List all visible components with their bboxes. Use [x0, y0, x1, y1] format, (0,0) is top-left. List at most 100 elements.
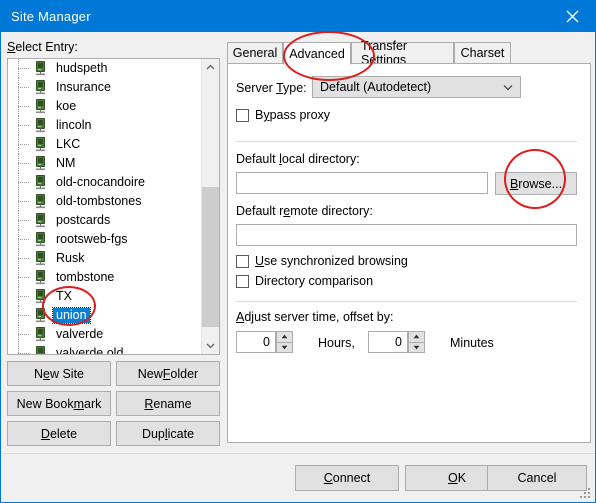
tree-branch-line [14, 211, 34, 230]
site-tree-list: hudspeth Insurance koe lincoln LKC NM old-cnoc… [8, 59, 202, 355]
server-icon [34, 308, 47, 323]
new-bookmark-button[interactable]: New Book m ark [7, 391, 111, 416]
server-icon [34, 99, 47, 114]
duplicate-button[interactable]: Dup l icate [116, 421, 220, 446]
site-tree-item[interactable]: LKC [8, 135, 202, 154]
minutes-spin-buttons[interactable] [408, 331, 425, 353]
site-tree-item-label: Insurance [56, 80, 111, 94]
default-remote-directory-input[interactable] [236, 224, 577, 246]
cancel-button[interactable]: Cancel [487, 465, 587, 491]
site-tree-item[interactable]: valverde [8, 325, 202, 344]
tree-branch-line [14, 287, 34, 306]
default-local-directory-input[interactable] [236, 172, 488, 194]
default-local-directory-label: Default local directory: [236, 152, 360, 166]
tree-branch-line [14, 78, 34, 97]
select-entry-label: Select Entry: [7, 40, 78, 54]
spin-down-icon[interactable] [276, 341, 293, 353]
spin-up-icon[interactable] [408, 331, 425, 342]
scroll-up-button[interactable] [202, 59, 219, 76]
server-icon [34, 289, 47, 304]
spin-up-icon[interactable] [276, 331, 293, 342]
server-icon [34, 137, 47, 152]
bypass-proxy-checkbox[interactable]: Bypass proxy [236, 108, 330, 122]
site-tree-item[interactable]: old-cnocandoire [8, 173, 202, 192]
site-tree-item[interactable]: tombstone [8, 268, 202, 287]
site-tree-item-label: LKC [56, 137, 81, 151]
connect-button[interactable]: Connect [295, 465, 399, 491]
site-tree-item[interactable]: Rusk [8, 249, 202, 268]
divider-2 [236, 301, 577, 302]
default-remote-directory-value [237, 225, 576, 231]
site-manager-dialog: Site Manager Select Entry: hudspeth Insur… [0, 0, 596, 503]
site-tree-item[interactable]: union [8, 306, 202, 325]
tree-branch-line [14, 230, 34, 249]
server-icon [34, 327, 47, 342]
new-folder-button[interactable]: New Folder [116, 361, 220, 386]
resize-grip[interactable] [580, 487, 592, 499]
site-tree-item[interactable]: postcards [8, 211, 202, 230]
site-tree-item-label: union [52, 307, 91, 324]
tab-strip: General Advanced Transfer Settings Chars… [227, 39, 591, 67]
new-site-button[interactable]: New Site [7, 361, 111, 386]
tab-transfer-settings[interactable]: Transfer Settings [351, 39, 454, 67]
default-remote-directory-label: Default remote directory: [236, 204, 373, 218]
close-button[interactable] [549, 1, 595, 32]
minutes-stepper[interactable]: 0 [368, 331, 425, 353]
hours-spin-buttons[interactable] [276, 331, 293, 353]
hours-stepper[interactable]: 0 [236, 331, 293, 353]
tree-branch-line [14, 325, 34, 344]
hours-value[interactable]: 0 [236, 331, 276, 353]
site-tree-item[interactable]: valverde old [8, 344, 202, 355]
directory-comparison-checkbox[interactable]: Directory comparison [236, 274, 373, 288]
server-icon [34, 346, 47, 354]
window-title: Site Manager [11, 9, 91, 24]
site-tree-item-label: tombstone [56, 270, 115, 284]
server-type-value: Default (Autodetect) [320, 80, 432, 94]
scroll-down-button[interactable] [202, 337, 219, 354]
site-tree-item[interactable]: koe [8, 97, 202, 116]
site-tree-item[interactable]: hudspeth [8, 59, 202, 78]
server-icon [34, 194, 47, 209]
minutes-unit-label: Minutes [450, 336, 494, 350]
server-icon [34, 156, 47, 171]
spin-down-icon[interactable] [408, 341, 425, 353]
site-tree-item-label: hudspeth [56, 61, 108, 75]
site-tree-scrollbar[interactable] [201, 59, 219, 354]
tab-charset[interactable]: Charset [454, 42, 511, 64]
delete-button[interactable]: Delete [7, 421, 111, 446]
site-tree-item[interactable]: Insurance [8, 78, 202, 97]
tab-general[interactable]: General [227, 42, 283, 64]
server-icon [34, 270, 47, 285]
rename-button[interactable]: Rename [116, 391, 220, 416]
site-tree-item[interactable]: TX [8, 287, 202, 306]
site-tree-item[interactable]: old-tombstones [8, 192, 202, 211]
server-type-select[interactable]: Default (Autodetect) [312, 76, 521, 98]
bottom-divider [1, 453, 595, 454]
default-local-directory-value [237, 173, 487, 179]
site-tree[interactable]: hudspeth Insurance koe lincoln LKC NM old-cnoc… [7, 58, 220, 355]
tree-branch-line [14, 173, 34, 192]
site-tree-item[interactable]: rootsweb-fgs [8, 230, 202, 249]
site-tree-item[interactable]: NM [8, 154, 202, 173]
tree-branch-line [14, 268, 34, 287]
site-tree-item-label: NM [56, 156, 76, 170]
site-tree-item[interactable]: lincoln [8, 116, 202, 135]
server-icon [34, 213, 47, 228]
minutes-value[interactable]: 0 [368, 331, 408, 353]
site-tree-item-label: valverde old [56, 346, 124, 355]
site-tree-item-label: old-cnocandoire [56, 175, 145, 189]
tree-branch-line [14, 154, 34, 173]
resize-grip-icon [580, 488, 590, 498]
site-tree-item-label: TX [56, 289, 72, 303]
server-icon [34, 232, 47, 247]
tree-branch-line [14, 116, 34, 135]
scrollbar-thumb[interactable] [202, 187, 219, 327]
browse-button[interactable]: Browse... [495, 172, 577, 195]
checkbox-box [236, 108, 249, 122]
tab-advanced[interactable]: Advanced [283, 42, 351, 65]
chevron-up-icon [206, 64, 215, 70]
tree-branch-line [14, 306, 34, 325]
tab-page-advanced: Server Type: Default (Autodetect) Bypass… [227, 63, 591, 443]
site-tree-item-label: Rusk [56, 251, 85, 265]
use-synchronized-browsing-checkbox[interactable]: Use synchronized browsing [236, 254, 408, 268]
